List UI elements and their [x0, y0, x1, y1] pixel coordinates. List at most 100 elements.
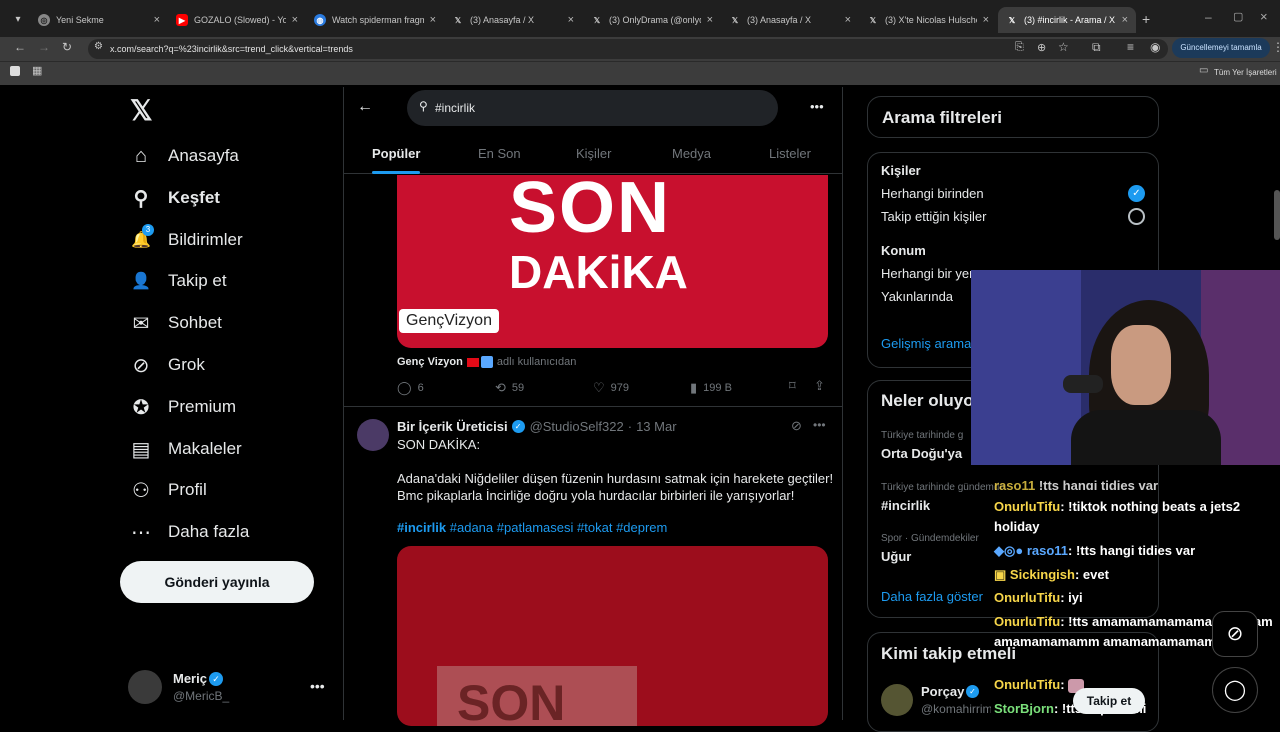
account-avatar[interactable] — [128, 670, 162, 704]
share-button[interactable]: ⇪ — [814, 378, 831, 394]
reply-button[interactable]: ◯ 6 — [397, 380, 424, 396]
sidebar-item-more[interactable]: ⋯ Daha fazla — [128, 516, 249, 548]
all-bookmarks-label[interactable]: Tüm Yer İşaretleri — [1214, 68, 1277, 77]
tab-media[interactable]: Medya — [672, 146, 711, 161]
back-arrow-icon[interactable]: ← — [357, 98, 373, 116]
show-more-link[interactable]: Daha fazla göster — [881, 589, 983, 604]
browser-tab[interactable]: ◎ Yeni Sekme × — [30, 7, 168, 33]
hashtag-link[interactable]: #incirlik — [397, 520, 446, 535]
close-tab-icon[interactable]: × — [845, 14, 851, 26]
bookmark-app-icon[interactable] — [10, 66, 20, 76]
filter-people-following[interactable]: Takip ettiğin kişiler — [881, 209, 987, 224]
browser-tab[interactable]: 𝕏 (3) Anasayfa / X × — [444, 7, 582, 33]
browser-tab-active[interactable]: 𝕏 (3) #incirlik - Arama / X × — [998, 7, 1136, 33]
filter-location-near[interactable]: Yakınlarında — [881, 289, 953, 304]
chrome-icon: ◎ — [38, 14, 50, 26]
tab-lists[interactable]: Listeler — [769, 146, 811, 161]
hashtag-link[interactable]: #deprem — [616, 520, 667, 535]
grok-icon[interactable]: ⊘ — [791, 418, 802, 434]
close-tab-icon[interactable]: × — [707, 14, 713, 26]
follow-suggestion-name[interactable]: Porçay — [921, 684, 964, 699]
close-tab-icon[interactable]: × — [292, 14, 298, 26]
post-avatar[interactable] — [357, 419, 389, 451]
search-options-icon[interactable]: ••• — [810, 99, 824, 114]
post-menu-icon[interactable]: ••• — [813, 418, 826, 432]
close-tab-icon[interactable]: × — [430, 14, 436, 26]
close-tab-icon[interactable]: × — [568, 14, 574, 26]
post-media-image[interactable]: SON — [397, 546, 828, 726]
tab-latest[interactable]: En Son — [478, 146, 521, 161]
radio-unchecked-icon[interactable] — [1128, 208, 1145, 225]
filter-location-any[interactable]: Herhangi bir yer — [881, 266, 971, 281]
post-date[interactable]: 13 Mar — [636, 419, 676, 434]
tab-popular[interactable]: Popüler — [372, 146, 420, 161]
all-bookmarks-folder-icon[interactable]: ▭ — [1199, 65, 1208, 76]
maximize-icon[interactable]: ▢ — [1233, 10, 1243, 23]
post-handle[interactable]: @StudioSelf322 — [530, 419, 624, 434]
tab-search-button[interactable]: ▾ — [8, 10, 28, 30]
search-input[interactable]: #incirlik — [407, 90, 778, 126]
install-icon[interactable]: ⎘ — [1015, 41, 1024, 54]
post-button[interactable]: Gönderi yayınla — [120, 561, 314, 603]
sidebar-item-articles[interactable]: ▤ Makaleler — [128, 433, 242, 465]
post-author[interactable]: Genç Vizyon — [397, 356, 463, 368]
media-icon[interactable]: ≡ — [1127, 40, 1134, 54]
views-button[interactable]: ▮ 199 B — [690, 380, 732, 396]
x-logo[interactable]: 𝕏 — [130, 94, 153, 127]
sidebar-item-home[interactable]: ⌂ Anasayfa — [128, 140, 239, 172]
browser-tab[interactable]: ▶ GOZALO (Slowed) - YouTube × — [168, 7, 306, 33]
trend-name[interactable]: #incirlik — [881, 498, 930, 513]
profile-icon[interactable]: ◉ — [1150, 40, 1160, 54]
browser-tab[interactable]: ◍ Watch spiderman fragman × — [306, 7, 444, 33]
hashtag-link[interactable]: #patlamasesi — [497, 520, 574, 535]
post-text-line2: Adana'daki Niğdeliler düşen füzenin hurd… — [397, 471, 834, 486]
hashtag-link[interactable]: #adana — [450, 520, 493, 535]
advanced-search-link[interactable]: Gelişmiş arama — [881, 336, 971, 351]
sidebar-item-premium[interactable]: ✪ Premium — [128, 391, 236, 423]
minimize-icon[interactable]: – — [1205, 10, 1212, 24]
browser-tab[interactable]: 𝕏 (3) OnlyDrama (@onlydrama) × — [583, 7, 721, 33]
follow-button[interactable]: Takip et — [1073, 688, 1145, 714]
messages-float-button[interactable]: ◯ — [1212, 667, 1258, 713]
close-tab-icon[interactable]: × — [154, 14, 160, 26]
bookmark-button[interactable]: ⌑ — [789, 378, 802, 394]
bookmark-star-icon[interactable]: ☆ — [1058, 40, 1069, 54]
post-media-image[interactable]: SON DAKiKA GençVizyon — [397, 175, 828, 348]
follow-suggestion-avatar[interactable] — [881, 684, 913, 716]
filter-people-any[interactable]: Herhangi birinden — [881, 186, 984, 201]
grok-float-button[interactable]: ⊘ — [1212, 611, 1258, 657]
close-tab-icon[interactable]: × — [1122, 14, 1128, 26]
page-scrollbar[interactable] — [1274, 190, 1280, 240]
sidebar-item-label: Bildirimler — [168, 230, 243, 249]
hashtag-link[interactable]: #tokat — [577, 520, 612, 535]
sidebar-item-chat[interactable]: ✉ Sohbet — [128, 307, 222, 339]
site-info-icon[interactable]: ⚙ — [94, 41, 103, 52]
browser-tab[interactable]: 𝕏 (3) Anasayfa / X × — [721, 7, 859, 33]
sidebar-item-explore[interactable]: ⚲ Keşfet — [128, 182, 220, 214]
forward-icon[interactable]: → — [38, 40, 50, 54]
trend-name[interactable]: Orta Doğu'ya — [881, 446, 962, 461]
radio-checked-icon[interactable]: ✓ — [1128, 185, 1145, 202]
close-window-icon[interactable]: × — [1260, 9, 1268, 24]
apps-grid-icon[interactable]: ▦ — [32, 64, 42, 77]
image-caption-watermark: GençVizyon — [399, 309, 499, 333]
account-menu-icon[interactable]: ••• — [310, 678, 325, 694]
browser-tab[interactable]: 𝕏 (3) X'te Nicolas Hulscher, × — [859, 7, 997, 33]
sidebar-item-follow[interactable]: 👤 Takip et — [128, 265, 227, 297]
url-field[interactable]: x.com/search?q=%23incirlik&src=trend_cli… — [88, 39, 1168, 59]
like-button[interactable]: ♡ 979 — [593, 380, 629, 396]
tab-people[interactable]: Kişiler — [576, 146, 611, 161]
menu-icon[interactable]: ⋮ — [1272, 40, 1280, 54]
zoom-icon[interactable]: ⊕ — [1037, 41, 1046, 54]
sidebar-item-profile[interactable]: ⚇ Profil — [128, 474, 207, 506]
extensions-icon[interactable]: ⧉ — [1092, 40, 1101, 55]
new-tab-icon[interactable]: + — [1142, 11, 1150, 27]
sidebar-item-grok[interactable]: ⊘ Grok — [128, 349, 205, 381]
update-button[interactable]: Güncellemeyi tamamla — [1172, 38, 1270, 58]
trend-name[interactable]: Uğur — [881, 549, 911, 564]
back-icon[interactable]: ← — [14, 40, 26, 54]
post-author[interactable]: Bir İçerik Üreticisi — [397, 419, 508, 434]
close-tab-icon[interactable]: × — [983, 14, 989, 26]
reload-icon[interactable]: ↻ — [62, 40, 72, 54]
repost-button[interactable]: ⟲ 59 — [495, 380, 524, 396]
